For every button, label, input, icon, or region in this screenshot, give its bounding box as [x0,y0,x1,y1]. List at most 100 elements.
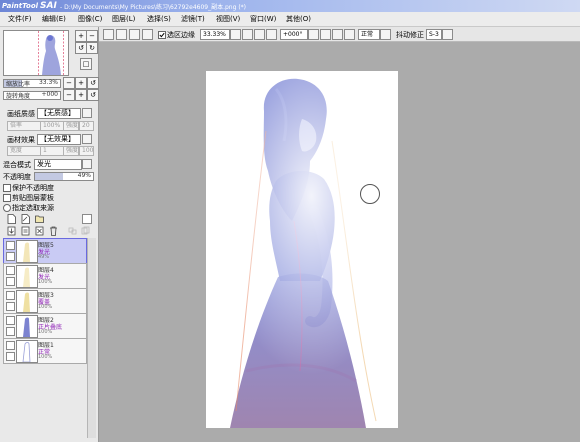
menu-filter[interactable]: 滤镜(T) [181,14,205,24]
opacity-slider[interactable]: 49% [34,172,94,181]
menu-window[interactable]: 窗口(W) [250,14,276,24]
new-layer-icon[interactable] [7,214,16,224]
zoom-reset-icon[interactable]: ↺ [87,77,99,89]
transfer-down-icon[interactable] [7,226,16,236]
texture-scale-value[interactable]: 100% [40,121,64,131]
app-logo-prefix: PaintTool [2,2,39,10]
eye-icon[interactable] [6,291,15,300]
menu-view[interactable]: 视图(V) [216,14,240,24]
deselect-icon[interactable] [103,29,114,40]
layer-row[interactable]: 图层4 发光 100% [3,263,87,289]
eye-icon[interactable] [6,266,15,275]
zoom-field[interactable]: 33.33% [200,29,230,40]
view-mode-select[interactable]: 正常 [358,29,380,40]
rotate-cw-icon[interactable] [320,29,331,40]
zoom-in-icon[interactable] [242,29,253,40]
select-all-icon[interactable] [142,29,153,40]
opacity-label: 不透明度 [3,173,31,181]
angle-value: +000 [41,91,58,98]
protect-opacity-label: 保护不透明度 [12,184,54,192]
invert-selection-icon[interactable] [116,29,127,40]
menu-layer[interactable]: 图层(L) [112,14,135,24]
menu-select[interactable]: 选择(S) [147,14,171,24]
app-logo-sai: SAI [40,1,57,11]
layer-row[interactable]: 图层5 发光 49% [3,238,87,264]
selection-source-label: 指定选取来源 [12,204,54,212]
protect-opacity-checkbox[interactable] [3,184,11,192]
zoom-value: 33.3% [38,79,58,86]
brush-cursor-icon [360,184,380,204]
new-linework-layer-icon[interactable] [21,214,30,224]
lock-icon[interactable] [6,352,15,361]
effect-select[interactable]: 【无效果】 [37,134,81,145]
effect-strength-field[interactable]: 强度 [63,146,79,156]
zoom-out-icon[interactable] [230,29,241,40]
layer-scrollbar[interactable] [87,238,96,438]
lock-icon[interactable] [6,277,15,286]
layer-thumbnail [16,315,38,338]
menu-image[interactable]: 图像(C) [78,14,102,24]
zoom-plus-button[interactable]: + [75,77,87,89]
layer-thumbnail [16,340,38,363]
rotate-ccw-icon[interactable] [308,29,319,40]
flip-horizontal-icon[interactable] [344,29,355,40]
stabilizer-select[interactable]: S-3 [426,29,442,40]
layer-row[interactable]: 图层2 正片叠底 100% [3,313,87,339]
layer-opacity: 49% [38,254,50,260]
effect-width-field[interactable]: 宽度 [7,146,41,156]
navigator-preview[interactable] [3,30,69,76]
blend-mode-select[interactable]: 发光 [34,159,82,170]
merge-down-icon[interactable] [21,226,30,236]
canvas-image[interactable] [206,71,398,428]
layer-opacity: 100% [38,329,53,335]
effect-strength-value[interactable]: 100 [79,146,94,156]
stabilizer-arrow-icon[interactable] [442,29,453,40]
menu-file[interactable]: 文件(F) [8,14,32,24]
texture-settings-icon[interactable] [82,108,92,118]
zoom-slider[interactable]: 缩放比率 33.3% [3,79,61,88]
navigator-fit-icon[interactable]: □ [80,58,92,70]
texture-strength-field[interactable]: 强度 [63,121,79,131]
zoom-minus-button[interactable]: − [63,77,75,89]
angle-slider[interactable]: 旋转角度 +000 [3,91,61,100]
layer-copy-icon [81,226,90,235]
layer-row[interactable]: 图层3 覆盖 100% [3,288,87,314]
selection-edge-checkbox[interactable] [158,31,166,39]
navigator-rotate-right-icon[interactable]: ↻ [86,42,98,54]
texture-strength-value[interactable]: 20 [79,121,94,131]
texture-scale-field[interactable]: 倍率 [7,121,41,131]
layer-panel-menu-icon[interactable] [82,214,92,224]
navigator-zoom-out-icon[interactable]: − [86,30,98,42]
angle-field[interactable]: +000° [280,29,308,40]
menu-edit[interactable]: 编辑(E) [42,14,66,24]
eye-icon[interactable] [6,316,15,325]
lock-icon[interactable] [6,302,15,311]
rotate-reset-icon[interactable] [332,29,343,40]
delete-layer-icon[interactable] [49,226,58,236]
lock-icon[interactable] [6,327,15,336]
angle-reset-icon[interactable]: ↺ [87,89,99,101]
brush-icon[interactable] [6,252,15,261]
angle-plus-button[interactable]: + [75,89,87,101]
effect-width-value[interactable]: 1 [40,146,64,156]
app-logo: PaintTool SAI [2,1,57,11]
eye-icon[interactable] [6,341,15,350]
zoom-actual-icon[interactable] [266,29,277,40]
clear-layer-icon[interactable] [35,226,44,236]
texture-select[interactable]: 【无质感】 [37,108,81,119]
menu-other[interactable]: 其他(O) [286,14,311,24]
selection-edge-label: 选区边缘 [167,31,195,39]
eye-icon[interactable] [6,241,15,250]
clip-group-checkbox[interactable] [3,194,11,202]
selection-source-radio[interactable] [3,204,11,212]
zoom-fit-icon[interactable] [254,29,265,40]
title-bar: PaintTool SAI - D:\My Documents\My Pictur… [0,0,580,12]
stabilizer-label: 抖动修正 [396,31,424,39]
layer-row[interactable]: 图层1 正常 100% [3,338,87,364]
view-mode-arrow-icon[interactable] [380,29,391,40]
angle-minus-button[interactable]: − [63,89,75,101]
hide-selection-icon[interactable] [129,29,140,40]
effect-settings-icon[interactable] [82,134,92,144]
blend-mode-arrow-icon[interactable] [82,159,92,169]
new-folder-icon[interactable] [35,214,44,224]
